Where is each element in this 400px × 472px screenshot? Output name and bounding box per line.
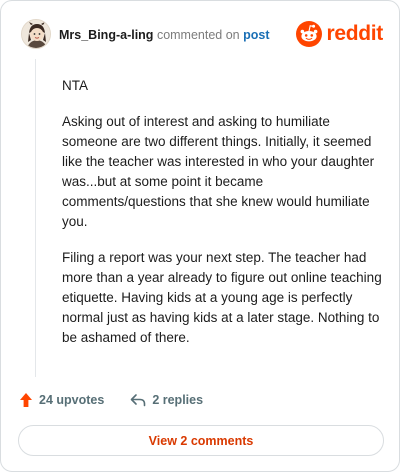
upvote-arrow-icon: [20, 393, 32, 407]
comment-paragraph: Filing a report was your next step. The …: [62, 250, 382, 345]
reddit-snoo-icon: [296, 21, 323, 47]
comment-paragraph: NTA: [62, 78, 88, 93]
reddit-wordmark: reddit: [326, 22, 383, 45]
post-link[interactable]: post: [243, 28, 269, 42]
reddit-brand[interactable]: reddit: [296, 20, 383, 48]
upvote-button[interactable]: 24 upvotes: [19, 392, 104, 408]
avatar-illustration-icon: [22, 20, 50, 48]
comment-body: NTA Asking out of interest and asking to…: [62, 76, 384, 364]
view-comments-button[interactable]: View 2 comments: [18, 425, 384, 456]
reply-arrow-icon: [131, 394, 146, 407]
upvote-count: 24 upvotes: [39, 393, 105, 407]
commented-on-text: commented on: [156, 28, 240, 42]
thread-line: [35, 59, 36, 377]
comment-card: Mrs_Bing-a-ling commented on post reddit…: [0, 0, 400, 472]
user-avatar[interactable]: [21, 19, 51, 49]
username-link[interactable]: Mrs_Bing-a-ling: [59, 28, 153, 42]
replies-count: 2 replies: [152, 393, 204, 407]
comment-byline: Mrs_Bing-a-ling commented on post: [59, 27, 270, 43]
comment-actions: 24 upvotes 2 replies: [19, 390, 203, 410]
replies-button[interactable]: 2 replies: [130, 393, 203, 407]
comment-header: Mrs_Bing-a-ling commented on post reddit: [21, 19, 385, 51]
comment-paragraph: Asking out of interest and asking to hum…: [62, 114, 375, 229]
